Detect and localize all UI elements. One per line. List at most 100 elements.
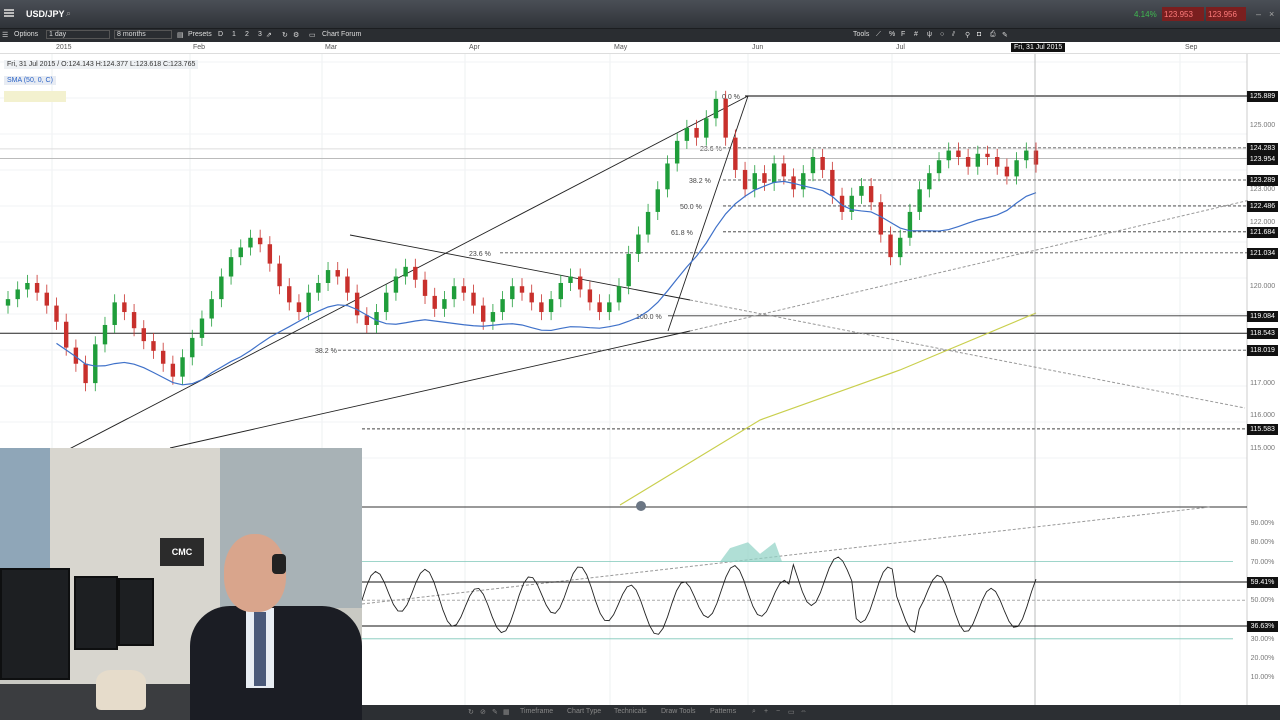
candle-body	[898, 237, 903, 258]
hamburger-menu-icon[interactable]	[4, 9, 14, 17]
sma-long-line	[619, 312, 1037, 506]
cancel-icon[interactable]: ⊘	[480, 708, 486, 716]
preset-2-button[interactable]: 2	[245, 31, 249, 38]
candle-body	[131, 312, 137, 329]
candle-body	[859, 186, 864, 196]
chart-forum-button[interactable]: Chart Forum	[322, 31, 361, 38]
candle-body	[801, 173, 806, 190]
minimize-icon[interactable]: –	[1256, 9, 1261, 19]
settings-gear-icon[interactable]: ⚙	[293, 31, 299, 39]
candle-body	[810, 157, 816, 174]
pitchfork-tool-icon[interactable]: ψ	[927, 31, 932, 38]
presets-icon[interactable]: ▤	[177, 31, 184, 39]
time-label: Mar	[325, 44, 338, 51]
candle-body	[674, 140, 680, 164]
fib-level-label: 38.2 %	[315, 348, 337, 355]
candle-body	[868, 186, 874, 203]
patterns-menu[interactable]: Patterns	[710, 708, 736, 715]
trend-line-projection	[689, 199, 1251, 332]
tools-label: Tools	[853, 31, 870, 38]
candle-body	[704, 118, 709, 138]
search-icon[interactable]: ⌕	[66, 8, 71, 19]
time-label: 2015	[56, 44, 72, 51]
candle-body	[44, 292, 49, 306]
buy-price-button[interactable]: 123.956	[1206, 7, 1246, 21]
candle-body	[277, 263, 282, 287]
candle-body	[723, 98, 728, 138]
percent-tool-icon[interactable]: %	[889, 31, 895, 38]
pin-tool-icon[interactable]: ⚲	[965, 31, 970, 39]
chart-toolbar: ☰ Options 1 day 8 months ▤ Presets D 1 2…	[0, 29, 1280, 42]
price-tick-label: 122.000	[1249, 218, 1276, 226]
zoom-in-icon[interactable]: +	[764, 708, 768, 715]
zoom-icon[interactable]: ⌕	[752, 708, 756, 716]
candle-body	[422, 279, 428, 296]
candle-body	[684, 127, 690, 141]
grid-tool-icon[interactable]: #	[914, 31, 918, 38]
ohlc-readout: Fri, 31 Jul 2015 / O:124.143 H:124.377 L…	[4, 60, 199, 69]
zoom-out-icon[interactable]: −	[776, 708, 780, 715]
price-level-label: 121.034	[1247, 247, 1278, 259]
preset-d-button[interactable]: D	[218, 31, 223, 38]
options-icon[interactable]: ☰	[2, 31, 8, 39]
trend-tool-icon[interactable]: ⟋	[876, 31, 881, 39]
candle-body	[296, 302, 302, 313]
range-select[interactable]: 8 months	[114, 30, 172, 39]
preset-1-button[interactable]: 1	[232, 31, 236, 38]
range-value: 8 months	[117, 31, 146, 38]
pencil-icon[interactable]: ✎	[492, 708, 498, 716]
sma-long-indicator-label[interactable]	[4, 91, 66, 102]
fan-tool-icon[interactable]: ⫽	[952, 31, 955, 39]
preset-3-button[interactable]: 3	[258, 31, 262, 38]
panel-resize-handle	[636, 501, 646, 511]
instrument-symbol[interactable]: USD/JPY	[26, 9, 65, 19]
monitor	[0, 568, 70, 680]
price-level-label: 118.543	[1247, 328, 1278, 340]
sell-price-button[interactable]: 123.953	[1162, 7, 1204, 21]
scroll-icon[interactable]: ⇔	[800, 708, 807, 715]
fib-tool-icon[interactable]: F	[901, 31, 905, 38]
draw-tools-menu[interactable]: Draw Tools	[661, 708, 696, 715]
presets-button[interactable]: Presets	[188, 31, 212, 38]
price-level-label: 122.486	[1247, 200, 1278, 212]
layout-icon[interactable]: ▦	[503, 708, 510, 716]
print-icon[interactable]: ⎙	[990, 31, 996, 39]
fib-level-label: 23.6 %	[700, 146, 722, 153]
price-level-label: 118.019	[1247, 345, 1278, 357]
candle-body	[25, 282, 30, 290]
monitor	[74, 576, 118, 650]
timeframe-menu[interactable]: Timeframe	[520, 708, 553, 715]
candle-body	[752, 173, 757, 190]
candle-body	[762, 173, 767, 183]
price-level-label: 121.684	[1247, 226, 1278, 238]
candle-body	[655, 189, 660, 212]
options-button[interactable]: Options	[14, 31, 38, 38]
candle-body	[219, 276, 224, 300]
brush-tool-icon[interactable]: ✎	[1002, 31, 1008, 39]
rsi-tick-label: 80.00%	[1250, 539, 1275, 547]
sma-indicator-label[interactable]: SMA (50, 0, C)	[4, 76, 56, 85]
candle-body	[102, 324, 108, 345]
circle-tool-icon[interactable]: ○	[940, 31, 944, 38]
interval-select[interactable]: 1 day	[46, 30, 110, 39]
fit-icon[interactable]: ▭	[788, 708, 795, 716]
candle-body	[597, 302, 602, 313]
detach-icon[interactable]: ⇗	[266, 31, 272, 39]
candle-body	[975, 153, 981, 167]
candle-body	[471, 292, 476, 306]
refresh-icon[interactable]: ↻	[282, 31, 288, 39]
candle-body	[616, 286, 622, 303]
camera-icon[interactable]: ◘	[977, 31, 981, 38]
candle-body	[519, 286, 525, 293]
close-icon[interactable]: ×	[1269, 9, 1274, 19]
time-label: May	[614, 44, 628, 51]
candle-body	[170, 363, 176, 377]
candle-body	[248, 237, 253, 248]
candle-body	[626, 253, 631, 287]
candle-body	[781, 163, 787, 177]
technicals-menu[interactable]: Technicals	[614, 708, 647, 715]
refresh-icon[interactable]: ↻	[468, 708, 474, 716]
chat-bubble-icon[interactable]: ▭	[309, 31, 316, 39]
candle-body	[54, 305, 59, 322]
chart-type-menu[interactable]: Chart Type	[567, 708, 601, 715]
